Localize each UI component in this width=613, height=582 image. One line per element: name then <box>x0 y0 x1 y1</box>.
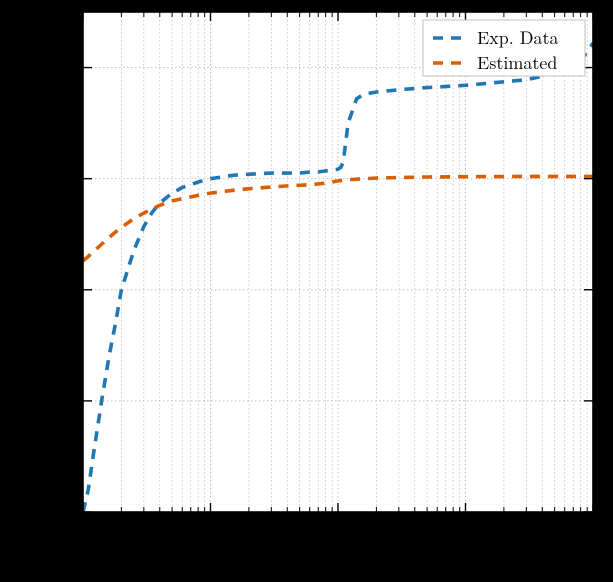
x-axis-label: Frequency [Hz] <box>273 539 404 568</box>
ytick-label: −30 <box>41 388 73 413</box>
ytick-label: −20 <box>41 277 73 302</box>
xtick-label: 10⁵ <box>581 515 605 540</box>
legend: Exp. DataEstimated <box>423 20 585 76</box>
xtick-label: 10³ <box>326 515 350 540</box>
ytick-label: −40 <box>41 499 73 524</box>
ytick-label: −10 <box>41 166 73 191</box>
legend-label-0: Exp. Data <box>477 25 559 50</box>
y-axis-label: Magnitude [dB] <box>1 194 30 331</box>
legend-label-1: Estimated <box>477 50 557 75</box>
xtick-label: 10⁴ <box>453 515 477 540</box>
ytick-label: 0 <box>64 55 73 80</box>
chart-container: 10¹ 10² 10³ 10⁴ 10⁵ −40 −30 −20 −10 0 Frequency [H… <box>0 0 613 582</box>
xtick-label: 10¹ <box>71 515 96 540</box>
xtick-label: 10² <box>198 515 222 540</box>
line-chart: 10¹ 10² 10³ 10⁴ 10⁵ −40 −30 −20 −10 0 Frequency [H… <box>0 0 613 582</box>
